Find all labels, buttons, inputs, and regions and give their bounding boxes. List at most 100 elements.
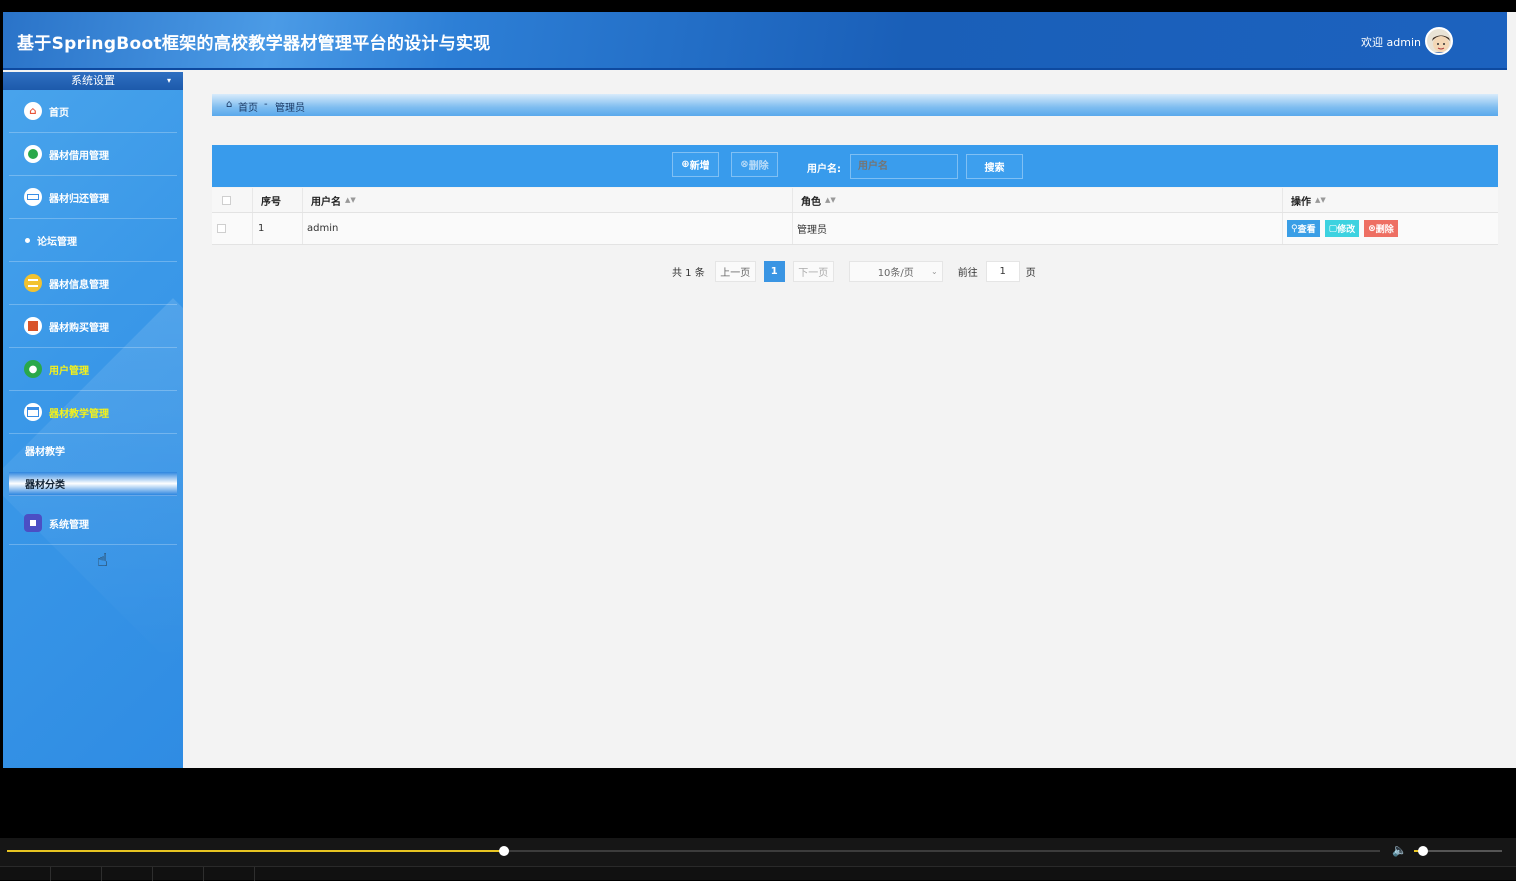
sidebar-item-label: 器材教学管理 xyxy=(49,408,109,420)
row-checkbox-cell xyxy=(212,213,252,244)
sidebar-item-teaching[interactable]: 器材教学管理 xyxy=(9,391,177,434)
plus-circle-icon: ⊕ xyxy=(681,159,690,170)
progress-handle[interactable] xyxy=(499,846,510,856)
sidebar-item-label: 器材购买管理 xyxy=(49,322,109,334)
return-icon xyxy=(24,188,42,206)
sidebar-subitem-label: 器材分类 xyxy=(25,480,65,491)
app-title: 基于SpringBoot框架的高校教学器材管理平台的设计与实现 xyxy=(17,34,491,54)
hand-cursor-icon: ☝ xyxy=(97,550,108,571)
add-button[interactable]: ⊕ 新增 xyxy=(672,152,719,177)
cell-actions: ⚲ 查看 ▢ 修改 ⊗ 删除 xyxy=(1282,213,1498,244)
sidebar-item-label: 器材借用管理 xyxy=(49,150,109,162)
player-bar-segment xyxy=(153,867,204,881)
search-button[interactable]: 搜索 xyxy=(966,154,1023,179)
breadcrumb-current: 管理员 xyxy=(275,103,305,114)
cell-username: admin xyxy=(302,213,792,244)
sidebar-item-label: 器材信息管理 xyxy=(49,279,109,291)
sidebar: 系统设置 ▾ ⌂ 首页 器材借用管理 器材归还管理 论坛管理 器材信息管理 器材… xyxy=(3,72,183,768)
current-page[interactable]: 1 xyxy=(763,260,785,282)
minus-circle-icon xyxy=(24,145,42,163)
add-button-label: 新增 xyxy=(689,161,710,172)
book-icon xyxy=(24,317,42,335)
sidebar-item-label: 器材归还管理 xyxy=(49,193,109,205)
avatar[interactable] xyxy=(1425,27,1453,55)
table-header: 序号 用户名 ▲▼ 角色 ▲▼ 操作 ▲▼ xyxy=(212,188,1498,213)
page-size-select[interactable]: 10条/页 ⌄ xyxy=(848,260,943,282)
user-icon: ● xyxy=(24,360,42,378)
column-username[interactable]: 用户名 ▲▼ xyxy=(302,188,792,212)
dot-icon xyxy=(25,237,30,243)
page-size-value: 10条/页 xyxy=(877,267,914,279)
breadcrumb-separator: - xyxy=(264,99,268,110)
sidebar-item-label: 用户管理 xyxy=(49,365,89,377)
sidebar-item-return[interactable]: 器材归还管理 xyxy=(9,176,177,219)
cell-role: 管理员 xyxy=(792,213,1282,244)
pagination-total: 共 1 条 xyxy=(672,267,705,279)
goto-label: 前往 xyxy=(957,267,978,279)
x-circle-icon: ⊗ xyxy=(1368,223,1376,234)
admin-table: 序号 用户名 ▲▼ 角色 ▲▼ 操作 ▲▼ 1 admin 管理员 ⚲ 查看 ▢ 修改 ⊗… xyxy=(212,188,1498,245)
prev-page-button[interactable]: 上一页 xyxy=(714,260,756,282)
sort-icon[interactable]: ▲▼ xyxy=(1315,196,1326,204)
sidebar-item-forum[interactable]: 论坛管理 xyxy=(9,219,177,262)
username-label: 用户名: xyxy=(807,164,841,175)
video-player-controls: 🔈 xyxy=(0,838,1516,881)
sidebar-item-purchase[interactable]: 器材购买管理 xyxy=(9,305,177,348)
page-suffix: 页 xyxy=(1025,267,1036,279)
sidebar-item-label: 论坛管理 xyxy=(37,236,77,248)
app-window: 基于SpringBoot框架的高校教学器材管理平台的设计与实现 欢迎 admin… xyxy=(3,12,1516,768)
x-circle-icon: ⊗ xyxy=(740,159,749,170)
breadcrumb: ⌂ 首页 - 管理员 xyxy=(212,94,1498,116)
sort-icon[interactable]: ▲▼ xyxy=(345,196,356,204)
sidebar-item-label: 系统管理 xyxy=(49,519,89,531)
welcome-text: 欢迎 admin xyxy=(1361,36,1421,49)
sidebar-item-borrow[interactable]: 器材借用管理 xyxy=(9,133,177,176)
home-icon: ⌂ xyxy=(226,99,233,110)
column-actions[interactable]: 操作 ▲▼ xyxy=(1282,188,1498,212)
progress-fill xyxy=(7,850,505,852)
batch-delete-button[interactable]: ⊗ 删除 xyxy=(731,152,778,177)
sidebar-item-home[interactable]: ⌂ 首页 xyxy=(9,90,177,133)
next-page-button[interactable]: 下一页 xyxy=(792,260,834,282)
view-button[interactable]: ⚲ 查看 xyxy=(1287,220,1320,237)
row-delete-button[interactable]: ⊗ 删除 xyxy=(1364,220,1398,237)
sort-icon[interactable]: ▲▼ xyxy=(825,196,836,204)
sidebar-item-system[interactable]: 系统管理 xyxy=(9,502,177,545)
sidebar-subitem-category[interactable]: 器材分类 xyxy=(9,472,177,496)
column-header-label: 序号 xyxy=(261,196,281,208)
volume-handle[interactable] xyxy=(1417,846,1428,856)
column-index: 序号 xyxy=(252,188,302,212)
player-bar-segment xyxy=(51,867,102,881)
edit-button[interactable]: ▢ 修改 xyxy=(1324,220,1360,237)
sidebar-item-label: 首页 xyxy=(49,107,69,119)
edit-button-label: 修改 xyxy=(1337,225,1356,235)
column-header-label: 用户名 xyxy=(311,196,341,208)
table-icon xyxy=(24,403,42,421)
player-bar-segment xyxy=(102,867,153,881)
pagination: 共 1 条 上一页 1 下一页 10条/页 ⌄ 前往 1 页 xyxy=(672,260,1036,282)
view-button-label: 查看 xyxy=(1297,225,1316,235)
select-all-checkbox[interactable] xyxy=(222,195,231,205)
column-role[interactable]: 角色 ▲▼ xyxy=(792,188,1282,212)
home-icon: ⌂ xyxy=(24,102,42,120)
sidebar-subitem-label: 器材教学 xyxy=(25,447,65,458)
goto-page-input[interactable]: 1 xyxy=(985,260,1020,282)
sidebar-item-equipment-info[interactable]: 器材信息管理 xyxy=(9,262,177,305)
breadcrumb-home[interactable]: 首页 xyxy=(238,99,258,114)
volume-icon[interactable]: 🔈 xyxy=(1392,843,1407,857)
column-header-label: 操作 xyxy=(1291,196,1311,208)
toolbar: ⊕ 新增 ⊗ 删除 用户名: 搜索 xyxy=(212,145,1498,187)
sidebar-subitem-teaching[interactable]: 器材教学 xyxy=(9,434,177,467)
progress-track[interactable] xyxy=(7,846,1380,856)
row-delete-button-label: 删除 xyxy=(1375,225,1394,235)
edit-icon: ▢ xyxy=(1328,223,1338,234)
chevron-down-icon: ▾ xyxy=(166,76,171,85)
volume-track[interactable] xyxy=(1414,846,1502,856)
sidebar-heading[interactable]: 系统设置 ▾ xyxy=(3,72,183,90)
table-row: 1 admin 管理员 ⚲ 查看 ▢ 修改 ⊗ 删除 xyxy=(212,213,1498,245)
username-search-input[interactable] xyxy=(850,154,958,179)
sidebar-item-users[interactable]: ● 用户管理 xyxy=(9,348,177,391)
search-button-label: 搜索 xyxy=(984,163,1005,174)
row-checkbox[interactable] xyxy=(217,224,226,233)
select-all-checkbox-cell xyxy=(212,188,252,212)
